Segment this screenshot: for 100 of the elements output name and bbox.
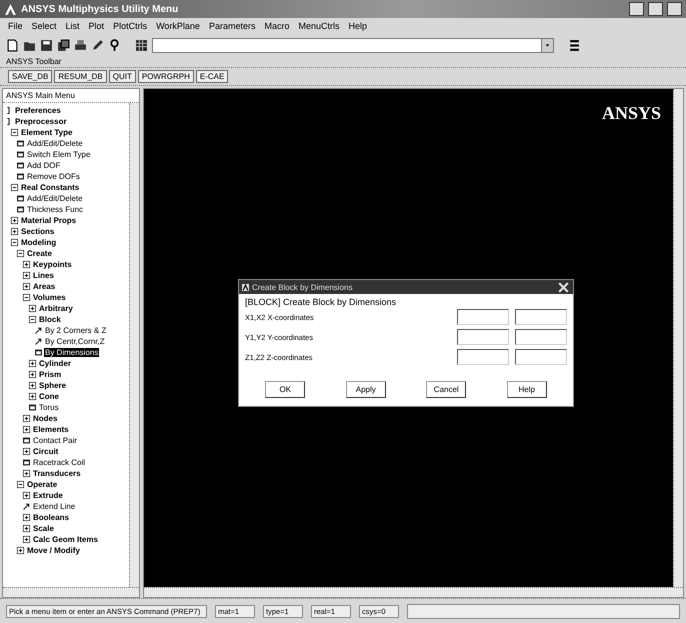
menu-tree-item[interactable]: By 2 Corners & Z	[44, 326, 108, 335]
menu-tree-item[interactable]: Block	[38, 315, 62, 324]
menu-item[interactable]: Parameters	[208, 21, 256, 31]
menu-tree-item[interactable]: Calc Geom Items	[32, 535, 99, 544]
menu-tree-item[interactable]: Operate	[26, 480, 58, 489]
input-field[interactable]	[457, 329, 509, 345]
scrollbar[interactable]	[144, 587, 683, 597]
expand-icon[interactable]	[23, 514, 30, 521]
expand-icon[interactable]	[23, 470, 30, 477]
menu-item[interactable]: Help	[348, 21, 368, 31]
close-icon[interactable]	[557, 280, 570, 294]
toolbar-button[interactable]: POWRGRPH	[138, 70, 194, 83]
grid-icon[interactable]	[135, 38, 148, 52]
input-field[interactable]	[457, 349, 509, 365]
expand-icon[interactable]	[23, 536, 30, 543]
collapse-icon[interactable]	[17, 481, 24, 488]
input-field[interactable]	[457, 309, 509, 325]
menu-item[interactable]: Macro	[264, 21, 290, 31]
printer-icon[interactable]	[74, 38, 87, 52]
menu-tree-item[interactable]: Real Constants	[20, 183, 80, 192]
expand-icon[interactable]	[23, 492, 30, 499]
menu-tree-item[interactable]: Nodes	[32, 414, 58, 423]
expand-icon[interactable]	[11, 217, 18, 224]
collapse-icon[interactable]	[29, 316, 36, 323]
menu-item[interactable]: PlotCtrls	[113, 21, 148, 31]
menu-tree-item[interactable]: Thickness Func	[26, 205, 84, 214]
menu-tree-item[interactable]: Material Props	[20, 216, 78, 225]
input-field[interactable]	[515, 309, 567, 325]
menu-tree-item[interactable]: Add DOF	[26, 161, 62, 170]
expand-icon[interactable]	[23, 426, 30, 433]
expand-icon[interactable]	[29, 382, 36, 389]
document-icon[interactable]	[6, 38, 19, 52]
pencil-icon[interactable]	[91, 38, 104, 52]
scrollbar[interactable]	[673, 89, 683, 587]
expand-icon[interactable]	[23, 272, 30, 279]
toolbar-button[interactable]: RESUM_DB	[54, 70, 107, 83]
collapse-icon[interactable]	[11, 239, 18, 246]
menu-tree-item[interactable]: Add/Edit/Delete	[26, 194, 84, 203]
menu-tree-item[interactable]: Scale	[32, 524, 55, 533]
maximize-button[interactable]	[648, 2, 663, 16]
menu-tree-item[interactable]: Areas	[32, 282, 56, 291]
expand-icon[interactable]	[29, 393, 36, 400]
expand-icon[interactable]	[23, 283, 30, 290]
expand-icon[interactable]	[17, 547, 24, 554]
menu-item[interactable]: Plot	[88, 21, 104, 31]
menu-tree-item[interactable]: Torus	[38, 403, 60, 412]
copy-icon[interactable]	[57, 38, 70, 52]
expand-icon[interactable]	[23, 525, 30, 532]
menu-tree-item[interactable]: Move / Modify	[26, 546, 81, 555]
collapse-icon[interactable]	[11, 129, 18, 136]
scrollbar[interactable]	[129, 103, 139, 587]
menu-tree-item[interactable]: Booleans	[32, 513, 70, 522]
minimize-button[interactable]	[629, 2, 644, 16]
menu-tree-item[interactable]: Preferences	[14, 106, 62, 115]
menu-tree-item[interactable]: Element Type	[20, 128, 74, 137]
menu-tree-item[interactable]: Elements	[32, 425, 70, 434]
dropdown-arrow-icon[interactable]	[544, 42, 551, 48]
menu-item[interactable]: MenuCtrls	[298, 21, 340, 31]
expand-icon[interactable]	[29, 305, 36, 312]
close-button[interactable]	[667, 2, 682, 16]
expand-icon[interactable]	[11, 228, 18, 235]
dialog-button[interactable]: Help	[506, 381, 547, 398]
expand-icon[interactable]	[29, 360, 36, 367]
menu-tree-item[interactable]: By Dimensions	[44, 348, 100, 357]
menu-tree-item[interactable]: Create	[26, 249, 53, 258]
menu-tree-item[interactable]: Contact Pair	[32, 436, 78, 445]
menu-item[interactable]: File	[8, 21, 23, 31]
collapse-icon[interactable]	[23, 294, 30, 301]
menu-tree-item[interactable]: Keypoints	[32, 260, 73, 269]
dialog-button[interactable]: Cancel	[426, 381, 466, 398]
dialog-button[interactable]: Apply	[346, 381, 386, 398]
input-field[interactable]	[515, 349, 567, 365]
input-field[interactable]	[515, 329, 567, 345]
scrollbar[interactable]	[3, 587, 139, 597]
menu-item[interactable]: WorkPlane	[156, 21, 200, 31]
expand-icon[interactable]	[23, 415, 30, 422]
menu-tree-item[interactable]: Lines	[32, 271, 55, 280]
menu-tree-item[interactable]: Sphere	[38, 381, 68, 390]
toolbar-button[interactable]: E-CAE	[196, 70, 228, 83]
menu-tree-item[interactable]: Remove DOFs	[26, 172, 81, 181]
menu-tree-item[interactable]: Prism	[38, 370, 62, 379]
expand-icon[interactable]	[23, 448, 30, 455]
menu-tree-item[interactable]: Cone	[38, 392, 60, 401]
menu-tree-item[interactable]: Add/Edit/Delete	[26, 139, 84, 148]
menu-item[interactable]: Select	[32, 21, 57, 31]
command-field[interactable]	[152, 38, 554, 52]
menu-tree-item[interactable]: Transducers	[32, 469, 82, 478]
menu-tree-item[interactable]: Arbitrary	[38, 304, 74, 313]
menu-tree-item[interactable]: Extrude	[32, 491, 64, 500]
menu-tree-item[interactable]: Cylinder	[38, 359, 72, 368]
toolbar-button[interactable]: SAVE_DB	[8, 70, 52, 83]
stack-icon[interactable]	[568, 38, 581, 52]
expand-icon[interactable]	[23, 261, 30, 268]
collapse-icon[interactable]	[17, 250, 24, 257]
menu-tree-item[interactable]: Circuit	[32, 447, 60, 456]
menu-tree-item[interactable]: Sections	[20, 227, 56, 236]
menu-item[interactable]: List	[66, 21, 80, 31]
menu-tree-item[interactable]: By Centr,Cornr,Z	[44, 337, 106, 346]
menu-tree-item[interactable]: Switch Elem Type	[26, 150, 92, 159]
menu-tree-item[interactable]: Extend Line	[32, 502, 76, 511]
